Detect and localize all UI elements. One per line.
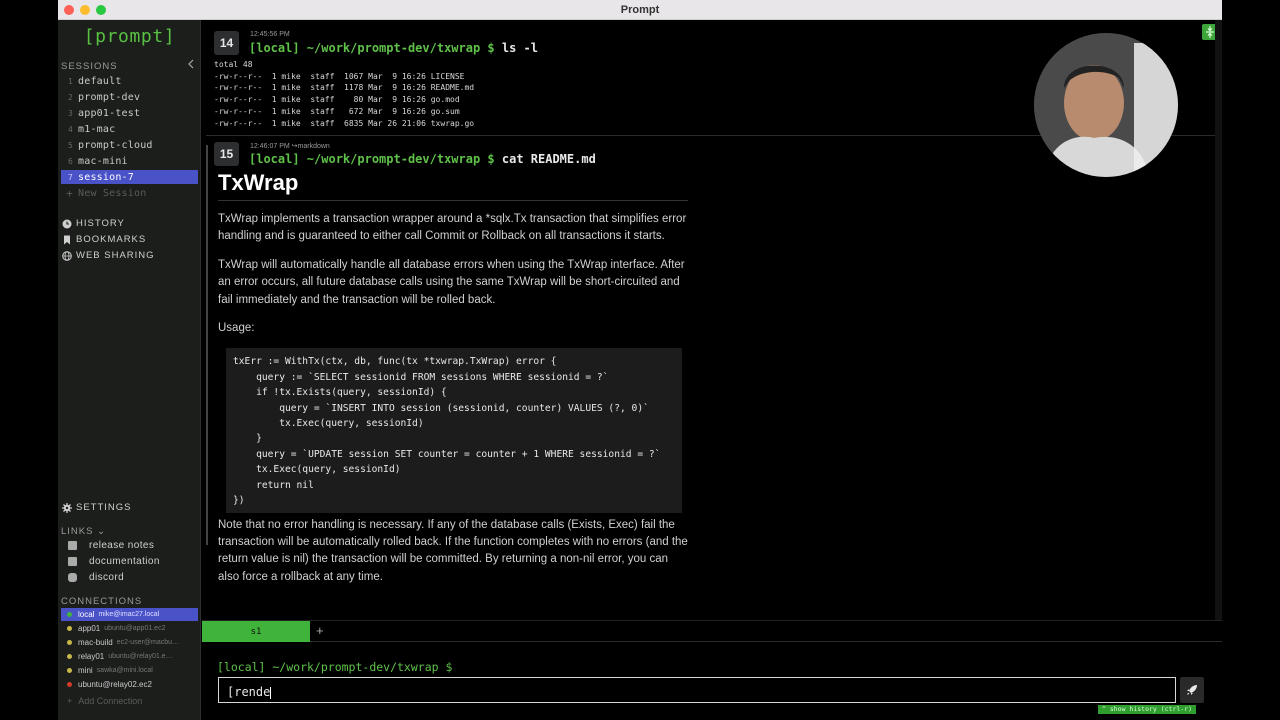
discord-icon [68,573,77,582]
markdown-paragraph: TxWrap will automatically handle all dat… [218,258,685,306]
bookmark-icon [64,235,70,244]
session-item[interactable]: 4 m1-mac [61,122,198,136]
command-output: total 48 -rw-r--r-- 1 mike staff 1067 Mar… [214,60,475,128]
release-notes-link[interactable]: release notes [68,540,154,551]
markdown-heading: TxWrap [218,170,688,201]
connection-item[interactable]: relay01 ubuntu@relay01.e… [61,650,198,663]
documentation-link[interactable]: documentation [68,556,160,567]
add-connection-button[interactable]: + Add Connection [61,694,198,707]
clock-icon [62,219,72,228]
text-cursor [270,686,272,699]
command-number[interactable]: 14 [214,31,239,55]
rocket-icon [1187,685,1197,695]
collapse-sidebar-icon[interactable] [187,59,195,69]
command-timestamp: 12:46:07 PM ↪markdown [250,143,330,150]
bookmarks-nav[interactable]: BOOKMARKS [62,234,146,245]
tab-s1[interactable]: s1 [202,621,310,642]
command-timestamp: 12:45:56 PM [250,31,290,38]
code-block: txErr := WithTx(ctx, db, func(tx *txwrap… [226,348,682,513]
minimize-window-button[interactable] [80,5,90,15]
command-input[interactable]: [rende [218,677,1176,703]
run-command-button[interactable] [1180,677,1204,703]
cwd-prompt: [local] ~/work/prompt-dev/txwrap $ [217,660,453,674]
discord-link[interactable]: discord [68,572,124,583]
history-shortcut-hint[interactable]: ^ show history (ctrl-r) [1098,705,1197,714]
command-input-area: [local] ~/work/prompt-dev/txwrap $ [rend… [202,643,1222,720]
chevron-down-icon: ⌄ [97,526,107,537]
web-sharing-nav[interactable]: WEB SHARING [62,250,155,261]
links-header[interactable]: LINKS ⌄ [61,526,106,537]
book-icon [68,557,77,566]
connections-header: CONNECTIONS [61,596,143,607]
connection-item[interactable]: local mike@imac27.local [61,608,198,621]
session-item[interactable]: 2 prompt-dev [61,90,198,104]
command-prompt-line: [local] ~/work/prompt-dev/txwrap $ ls -l [249,41,538,55]
connection-item[interactable]: ubuntu@relay02.ec2 [61,678,198,691]
session-item[interactable]: 6 mac-mini [61,154,198,168]
app-logo: [prompt] [83,26,176,47]
session-item[interactable]: 3 app01-test [61,106,198,120]
close-window-button[interactable] [64,5,74,15]
sidebar: [prompt] SESSIONS 1 default 2 prompt-dev 3… [58,20,201,720]
command-number[interactable]: 15 [214,142,239,166]
connection-item[interactable]: app01 ubuntu@app01.ec2 [61,622,198,635]
gear-icon [62,502,72,513]
history-nav[interactable]: HISTORY [62,218,125,229]
add-tab-button[interactable]: + [316,623,324,638]
presenter-photo [1034,33,1178,177]
sessions-header: SESSIONS [61,61,118,72]
webcam-overlay [1034,33,1178,177]
document-icon [68,541,77,550]
window-title: Prompt [620,3,660,16]
title-bar: Prompt [58,0,1222,20]
markdown-output: TxWrap TxWrap implements a transaction w… [218,170,688,597]
scrollbar[interactable] [1215,20,1222,620]
connection-item[interactable]: mac-build ec2-user@macbu… [61,636,198,649]
zoom-window-button[interactable] [96,5,106,15]
globe-icon [62,250,72,261]
connection-item[interactable]: mini sawka@mini.local [61,664,198,677]
new-session-button[interactable]: + New Session [61,186,198,200]
markdown-paragraph: Usage: [218,322,255,335]
session-item[interactable]: 1 default [61,74,198,88]
settings-nav[interactable]: SETTINGS [62,502,132,513]
selected-command-marker [206,145,208,545]
session-item[interactable]: 5 prompt-cloud [61,138,198,152]
chevron-up-icon: ^ [1102,705,1106,713]
screen-tab-bar: s1 + [202,620,1222,642]
markdown-paragraph: TxWrap implements a transaction wrapper … [218,213,687,243]
markdown-paragraph: Note that no error handling is necessary… [218,518,688,583]
command-prompt-line: [local] ~/work/prompt-dev/txwrap $ cat R… [249,152,596,166]
session-item-active[interactable]: 7 session-7 [61,170,198,184]
